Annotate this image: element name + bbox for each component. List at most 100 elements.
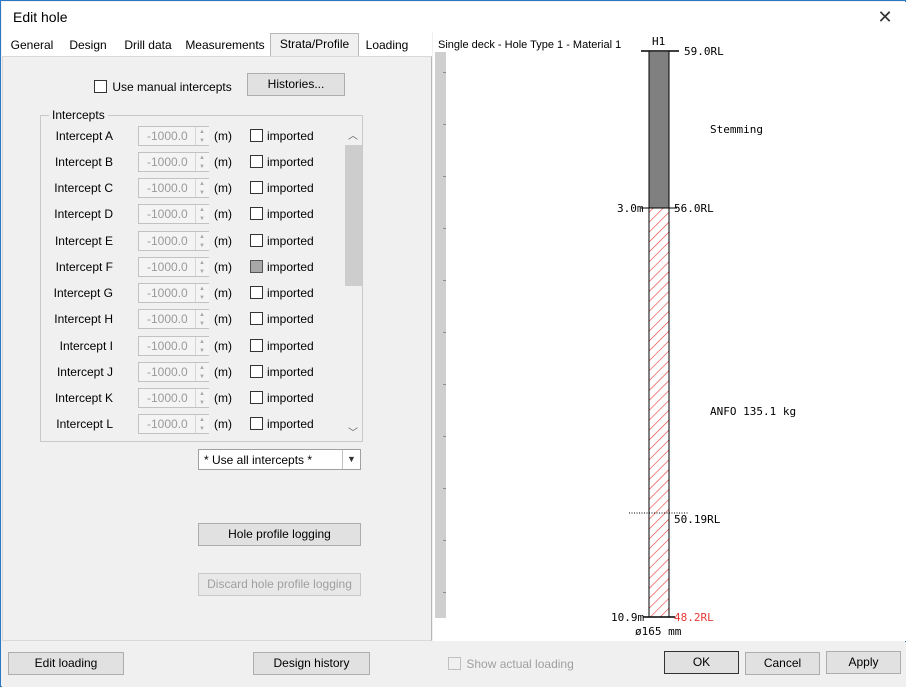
spin-down-icon[interactable]: ▼ <box>199 347 205 355</box>
imported-checkbox[interactable] <box>250 365 263 378</box>
close-icon[interactable]: ✕ <box>874 6 896 28</box>
hole-profile-view: Single deck - Hole Type 1 - Material 1 H… <box>433 32 906 641</box>
spin-down-icon[interactable]: ▼ <box>199 163 205 171</box>
imported-checkbox[interactable] <box>250 260 263 273</box>
intercept-spinner[interactable]: ▲ ▼ <box>195 232 209 250</box>
intercept-row: Intercept H -1000.0 ▲ ▼ (m) imported <box>41 309 341 329</box>
explosive-label: ANFO 135.1 kg <box>710 405 796 418</box>
intercept-label: Intercept A <box>55 129 113 143</box>
edit-loading-button[interactable]: Edit loading <box>8 652 124 675</box>
stemming-base-rl-label: 56.0RL <box>674 202 714 215</box>
imported-checkbox[interactable] <box>250 129 263 142</box>
intercept-unit: (m) <box>214 181 232 195</box>
tab-strata-profile[interactable]: Strata/Profile <box>270 33 359 57</box>
intercept-spinner[interactable]: ▲ ▼ <box>195 205 209 223</box>
scroll-down-icon[interactable]: ﹀ <box>348 424 358 439</box>
cancel-button[interactable]: Cancel <box>745 652 820 675</box>
intercept-spinner[interactable]: ▲ ▼ <box>195 127 209 145</box>
spin-down-icon[interactable]: ▼ <box>199 373 205 381</box>
apply-button[interactable]: Apply <box>826 651 901 674</box>
edit-hole-dialog: Edit hole ✕ General Design Drill data Me… <box>0 0 906 687</box>
spin-down-icon[interactable]: ▼ <box>199 320 205 328</box>
intercept-spinner[interactable]: ▲ ▼ <box>195 389 209 407</box>
intercept-label: Intercept H <box>54 312 113 326</box>
intercept-label: Intercept E <box>54 234 113 248</box>
intercept-unit: (m) <box>214 286 232 300</box>
hole-profile-logging-button[interactable]: Hole profile logging <box>198 523 361 546</box>
intercepts-scrollbar[interactable]: ︿ ﹀ <box>345 124 362 440</box>
tab-drill-data[interactable]: Drill data <box>118 35 178 56</box>
intercept-row: Intercept E -1000.0 ▲ ▼ (m) imported <box>41 231 341 251</box>
intercept-unit: (m) <box>214 312 232 326</box>
spin-down-icon[interactable]: ▼ <box>199 137 205 145</box>
intercept-spinner[interactable]: ▲ ▼ <box>195 258 209 276</box>
imported-label: imported <box>267 312 314 326</box>
spin-up-icon[interactable]: ▲ <box>199 311 205 319</box>
tab-measurements[interactable]: Measurements <box>183 35 267 56</box>
intercept-unit: (m) <box>214 234 232 248</box>
imported-checkbox[interactable] <box>250 312 263 325</box>
spin-down-icon[interactable]: ▼ <box>199 294 205 302</box>
intercept-label: Intercept J <box>56 365 113 379</box>
strata-profile-panel: Use manual intercepts Histories... Inter… <box>2 56 432 641</box>
spin-up-icon[interactable]: ▲ <box>199 416 205 424</box>
spin-up-icon[interactable]: ▲ <box>199 206 205 214</box>
intercept-label: Intercept D <box>54 207 113 221</box>
intercept-select[interactable]: * Use all intercepts * ▼ <box>198 449 361 470</box>
spin-down-icon[interactable]: ▼ <box>199 399 205 407</box>
intercept-label: Intercept I <box>59 339 113 353</box>
scroll-up-icon[interactable]: ︿ <box>348 127 358 142</box>
spin-up-icon[interactable]: ▲ <box>199 180 205 188</box>
scrollbar-thumb[interactable] <box>345 145 362 286</box>
spin-up-icon[interactable]: ▲ <box>199 390 205 398</box>
manual-intercepts-checkbox[interactable] <box>94 80 107 94</box>
imported-checkbox[interactable] <box>250 417 263 430</box>
intercept-label: Intercept G <box>53 286 113 300</box>
imported-checkbox[interactable] <box>250 181 263 194</box>
spin-up-icon[interactable]: ▲ <box>199 364 205 372</box>
intercept-spinner[interactable]: ▲ ▼ <box>195 153 209 171</box>
intercept-spinner[interactable]: ▲ ▼ <box>195 179 209 197</box>
intercept-row: Intercept B -1000.0 ▲ ▼ (m) imported <box>41 152 341 172</box>
spin-up-icon[interactable]: ▲ <box>199 259 205 267</box>
tab-loading[interactable]: Loading <box>362 35 412 56</box>
imported-checkbox[interactable] <box>250 234 263 247</box>
intercept-spinner[interactable]: ▲ ▼ <box>195 310 209 328</box>
tab-general[interactable]: General <box>6 35 58 56</box>
imported-checkbox[interactable] <box>250 391 263 404</box>
tab-strip: General Design Drill data Measurements S… <box>2 32 432 57</box>
chevron-down-icon[interactable]: ▼ <box>342 450 360 469</box>
intercept-spinner[interactable]: ▲ ▼ <box>195 337 209 355</box>
show-actual-loading-checkbox <box>448 657 461 671</box>
spin-down-icon[interactable]: ▼ <box>199 189 205 197</box>
ok-button[interactable]: OK <box>664 651 739 674</box>
manual-intercepts-option[interactable]: Use manual intercepts <box>94 79 232 94</box>
tab-design[interactable]: Design <box>63 35 113 56</box>
spin-up-icon[interactable]: ▲ <box>199 285 205 293</box>
imported-checkbox[interactable] <box>250 155 263 168</box>
spin-down-icon[interactable]: ▼ <box>199 268 205 276</box>
profile-heading: Single deck - Hole Type 1 - Material 1 <box>438 39 621 51</box>
intercept-unit: (m) <box>214 365 232 379</box>
imported-checkbox[interactable] <box>250 207 263 220</box>
intercept-spinner[interactable]: ▲ ▼ <box>195 415 209 433</box>
imported-label: imported <box>267 339 314 353</box>
spin-down-icon[interactable]: ▼ <box>199 242 205 250</box>
design-history-button[interactable]: Design history <box>253 652 370 675</box>
intercept-label: Intercept B <box>54 155 113 169</box>
imported-checkbox[interactable] <box>250 339 263 352</box>
intercept-spinner[interactable]: ▲ ▼ <box>195 284 209 302</box>
intercept-spinner[interactable]: ▲ ▼ <box>195 363 209 381</box>
spin-up-icon[interactable]: ▲ <box>199 128 205 136</box>
spin-up-icon[interactable]: ▲ <box>199 154 205 162</box>
spin-up-icon[interactable]: ▲ <box>199 233 205 241</box>
intercept-unit: (m) <box>214 260 232 274</box>
imported-label: imported <box>267 155 314 169</box>
spin-down-icon[interactable]: ▼ <box>199 425 205 433</box>
imported-label: imported <box>267 365 314 379</box>
spin-down-icon[interactable]: ▼ <box>199 215 205 223</box>
imported-checkbox[interactable] <box>250 286 263 299</box>
collar-rl-label: 59.0RL <box>684 45 724 58</box>
histories-button[interactable]: Histories... <box>247 73 345 96</box>
spin-up-icon[interactable]: ▲ <box>199 338 205 346</box>
